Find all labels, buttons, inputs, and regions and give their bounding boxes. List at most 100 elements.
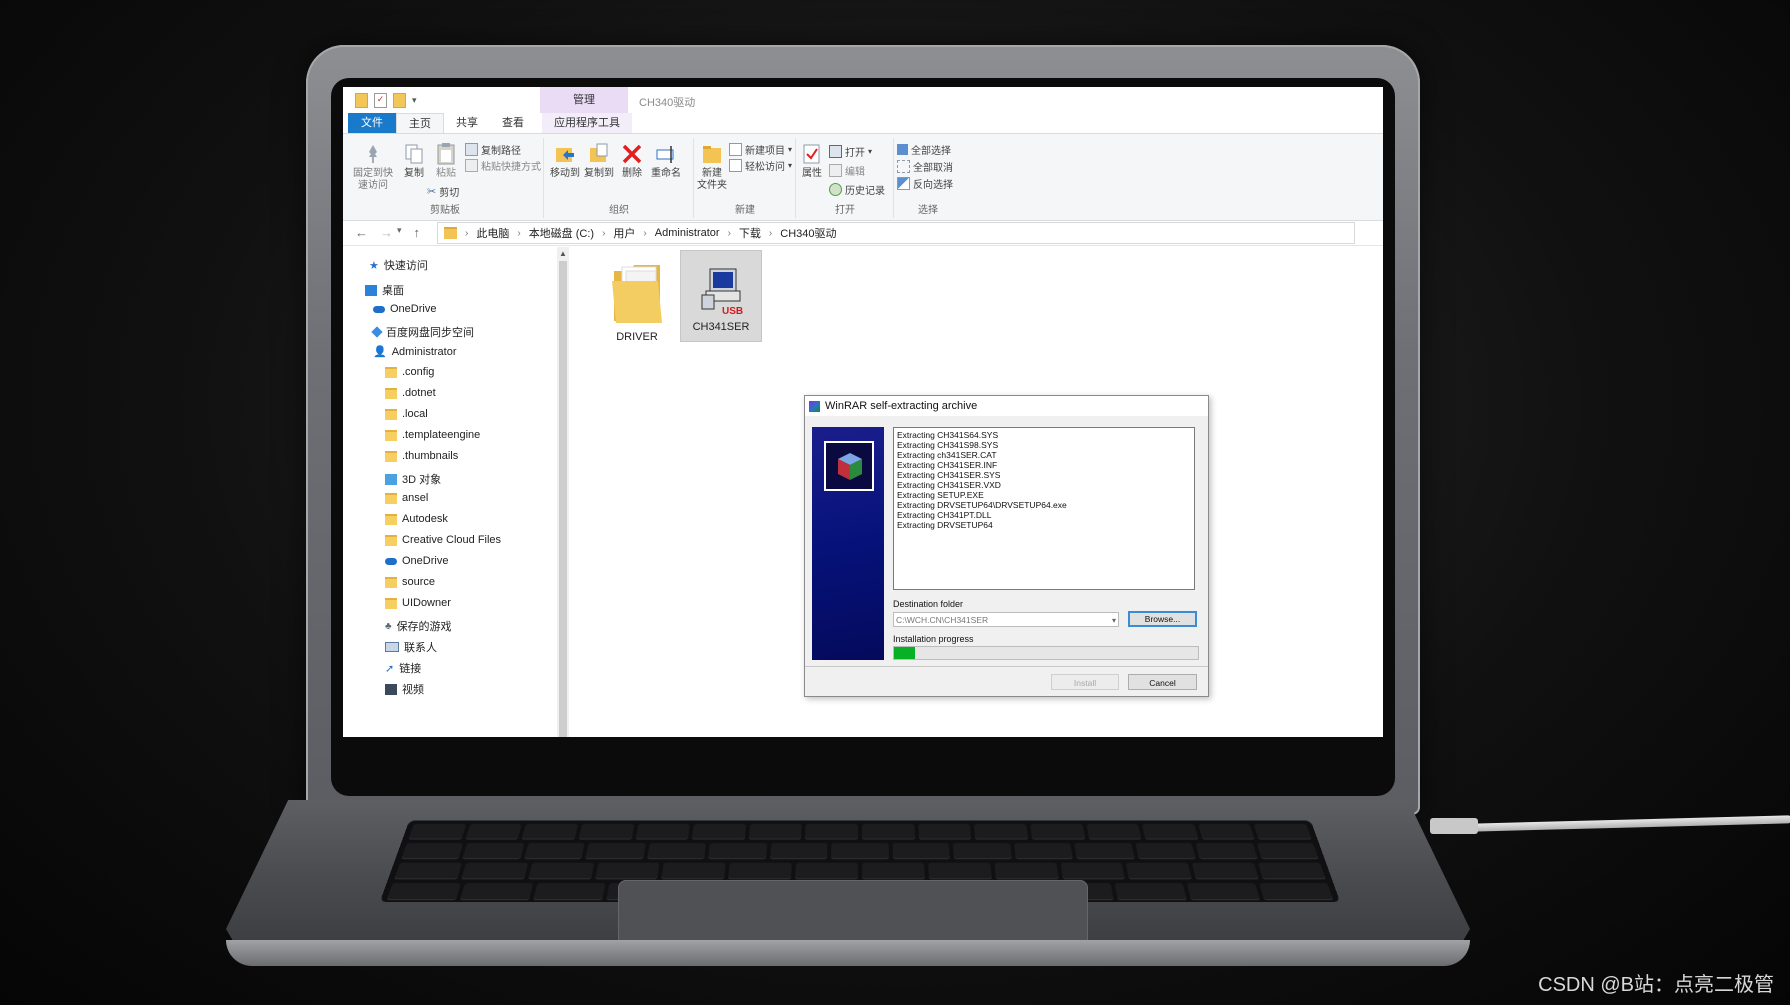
breadcrumb[interactable]: › 此电脑 › 本地磁盘 (C:) › 用户 › Administrator ›… — [437, 222, 1355, 244]
winrar-dialog: WinRAR self-extracting archive Extractin… — [804, 395, 1209, 697]
invert-selection-button[interactable]: 反向选择 — [897, 176, 953, 191]
back-arrow-icon[interactable]: ← — [355, 225, 368, 240]
new-folder-icon[interactable] — [393, 93, 406, 108]
history-button[interactable]: 历史记录 — [829, 182, 885, 197]
usb-setup-icon: USB — [701, 268, 743, 317]
tab-view[interactable]: 查看 — [490, 113, 536, 133]
properties-check-icon[interactable]: ✓ — [374, 93, 387, 108]
browse-button[interactable]: Browse... — [1128, 611, 1197, 627]
scroll-up-icon[interactable]: ▲ — [559, 249, 567, 258]
nav-item-onedrive-2[interactable]: OneDrive — [385, 555, 448, 567]
dialog-separator — [805, 666, 1208, 667]
cut-button[interactable]: ✂ 剪切 — [427, 184, 459, 199]
chevron-right-icon: › — [768, 227, 773, 239]
rename-button[interactable]: 重命名 — [649, 142, 683, 180]
nav-item-creative-cloud[interactable]: Creative Cloud Files — [385, 534, 501, 546]
paste-button[interactable]: 粘贴 — [431, 142, 461, 180]
nav-item-autodesk[interactable]: Autodesk — [385, 513, 448, 525]
nav-item-contacts[interactable]: 联系人 — [385, 639, 437, 655]
scrollbar-thumb[interactable] — [559, 261, 567, 737]
properties-button[interactable]: 属性 — [799, 142, 825, 180]
folder-icon[interactable] — [355, 93, 368, 108]
nav-item-thumbnails[interactable]: .thumbnails — [385, 450, 458, 462]
dialog-title: WinRAR self-extracting archive — [825, 400, 978, 412]
crumb-local-disk[interactable]: 本地磁盘 (C:) — [529, 225, 594, 241]
copy-path-button[interactable]: 复制路径 — [465, 142, 521, 157]
log-line: Extracting CH341SER.SYS — [897, 470, 1001, 480]
rename-label: 重命名 — [651, 168, 681, 179]
chevron-down-icon[interactable]: ▾ — [412, 95, 417, 106]
tab-manage[interactable]: 管理 — [540, 87, 628, 113]
nav-buttons: ← → ▾ ↑ — [355, 225, 420, 240]
up-arrow-icon[interactable]: ↑ — [414, 225, 421, 240]
nav-item-dotnet[interactable]: .dotnet — [385, 387, 436, 399]
paste-shortcut-button[interactable]: 粘贴快捷方式 — [465, 158, 541, 173]
tab-file[interactable]: 文件 — [348, 113, 396, 133]
nav-item-label: 桌面 — [382, 285, 404, 297]
pin-quick-access-button[interactable]: 固定到快 速访问 — [351, 142, 395, 192]
copy-to-button[interactable]: 复制到 — [583, 142, 615, 180]
new-item-icon — [729, 143, 742, 156]
chevron-down-icon[interactable]: ▾ — [1112, 613, 1116, 628]
nav-item-videos[interactable]: 视频 — [385, 681, 424, 697]
file-name: CH341SER — [692, 321, 750, 333]
destination-value: C:\WCH.CN\CH341SER — [896, 615, 989, 625]
new-folder-label: 新建 文件夹 — [697, 168, 727, 191]
nav-item-templateengine[interactable]: .templateengine — [385, 429, 480, 441]
file-tile-ch341ser[interactable]: USB CH341SER — [680, 250, 762, 342]
nav-item-label: .thumbnails — [402, 450, 459, 462]
desktop-icon — [365, 284, 377, 296]
nav-item-desktop[interactable]: 桌面 — [365, 282, 404, 298]
file-name: DRIVER — [616, 331, 658, 343]
crumb-this-pc[interactable]: 此电脑 — [476, 225, 509, 241]
delete-button[interactable]: 删除 — [617, 142, 647, 180]
tab-home[interactable]: 主页 — [396, 113, 444, 133]
crumb-users[interactable]: 用户 — [613, 225, 635, 241]
videos-icon — [385, 683, 397, 695]
dialog-side-banner — [812, 427, 884, 660]
nav-item-administrator[interactable]: 👤 Administrator — [373, 345, 457, 359]
easy-access-button[interactable]: 轻松访问 ▾ — [729, 158, 792, 173]
extraction-log[interactable]: Extracting CH341S64.SYS Extracting CH341… — [893, 427, 1195, 590]
cancel-button[interactable]: Cancel — [1128, 674, 1197, 690]
nav-item-label: Administrator — [391, 345, 457, 358]
nav-item-3d-objects[interactable]: 3D 对象 — [385, 471, 441, 487]
nav-item-local[interactable]: .local — [385, 408, 428, 420]
edit-button[interactable]: 编辑 — [829, 163, 865, 178]
recent-chevron-icon[interactable]: ▾ — [397, 225, 402, 240]
paste-shortcut-icon — [465, 159, 478, 172]
file-tile-driver[interactable]: DRIVER — [597, 257, 677, 347]
select-none-button[interactable]: 全部取消 — [897, 159, 953, 174]
tab-app-tools[interactable]: 应用程序工具 — [542, 113, 632, 133]
nav-item-quick-access[interactable]: ★ 快速访问 — [369, 257, 428, 273]
quick-access-toolbar: ✓ ▾ — [355, 93, 417, 108]
log-line: Extracting CH341SER.VXD — [897, 480, 1001, 490]
new-folder-button[interactable]: 新建 文件夹 — [697, 142, 727, 192]
copy-label: 复制 — [404, 168, 424, 179]
nav-item-links[interactable]: ➚ 链接 — [385, 660, 421, 676]
move-to-icon — [554, 142, 576, 166]
nav-item-ansel[interactable]: ansel — [385, 492, 428, 504]
destination-field[interactable]: C:\WCH.CN\CH341SER ▾ — [893, 612, 1119, 627]
tab-share[interactable]: 共享 — [444, 113, 490, 133]
crumb-downloads[interactable]: 下载 — [739, 225, 761, 241]
nav-item-onedrive[interactable]: OneDrive — [373, 303, 436, 315]
crumb-administrator[interactable]: Administrator — [655, 227, 720, 239]
new-group-label: 新建 — [735, 205, 755, 216]
nav-item-saved-games[interactable]: ♣ 保存的游戏 — [385, 618, 452, 634]
nav-item-config[interactable]: .config — [385, 366, 434, 378]
nav-pane-scrollbar[interactable]: ▲ — [557, 247, 569, 737]
archive-logo-icon — [824, 441, 874, 491]
forward-arrow-icon[interactable]: → — [380, 225, 393, 240]
open-button[interactable]: 打开 ▾ — [829, 144, 872, 159]
install-button[interactable]: Install — [1051, 674, 1119, 690]
nav-item-baidu[interactable]: 百度网盘同步空间 — [371, 324, 474, 340]
move-to-button[interactable]: 移动到 — [549, 142, 581, 180]
select-all-button[interactable]: 全部选择 — [897, 142, 951, 157]
copy-button[interactable]: 复制 — [399, 142, 429, 180]
ribbon-group-clipboard: 固定到快 速访问 复制 粘贴 复制路径 粘贴快捷方式 ✂ 剪切 剪贴板 — [347, 138, 544, 218]
nav-item-uidowner[interactable]: UIDowner — [385, 597, 451, 609]
crumb-current[interactable]: CH340驱动 — [780, 225, 836, 241]
nav-item-source[interactable]: source — [385, 576, 435, 588]
new-item-button[interactable]: 新建项目 ▾ — [729, 142, 792, 157]
